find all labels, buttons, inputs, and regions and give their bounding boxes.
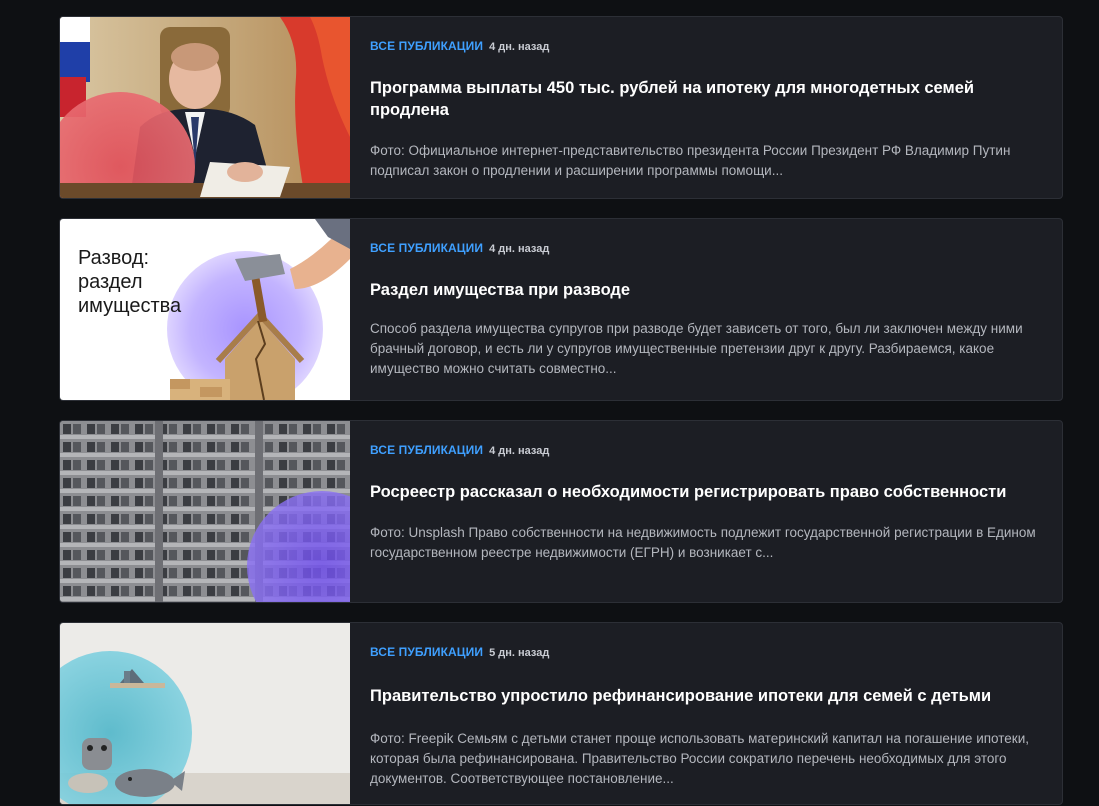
kids-room-photo — [60, 623, 350, 804]
article-image[interactable] — [60, 17, 350, 198]
article-excerpt: Фото: Официальное интернет-представитель… — [370, 143, 1011, 178]
article-meta: ВСЕ ПУБЛИКАЦИИ 4 дн. назад — [370, 443, 1042, 459]
article-image[interactable]: Развод: раздел имущества — [60, 219, 350, 400]
category-link[interactable]: ВСЕ ПУБЛИКАЦИИ — [370, 443, 483, 457]
article-title[interactable]: Программа выплаты 450 тыс. рублей на ипо… — [370, 77, 1042, 121]
article-excerpt: Фото: Unsplash Право собственности на не… — [370, 525, 1036, 560]
article-excerpt: Фото: Freepik Семьям с детьми станет про… — [370, 731, 1029, 786]
news-feed: ВСЕ ПУБЛИКАЦИИ 4 дн. назад Программа вып… — [59, 16, 1063, 805]
publish-time: 4 дн. назад — [489, 445, 550, 457]
article-card[interactable]: Развод: раздел имущества ВСЕ ПУБЛИКАЦИИ … — [59, 218, 1063, 401]
news-feed-page: ВСЕ ПУБЛИКАЦИИ 4 дн. назад Программа вып… — [0, 0, 1099, 806]
article-image[interactable] — [60, 623, 350, 804]
article-title[interactable]: Росреестр рассказал о необходимости реги… — [370, 481, 1042, 503]
category-link[interactable]: ВСЕ ПУБЛИКАЦИИ — [370, 645, 483, 659]
article-image[interactable] — [60, 421, 350, 602]
article-card[interactable]: ВСЕ ПУБЛИКАЦИИ 4 дн. назад Росреестр рас… — [59, 420, 1063, 603]
apartment-building-photo — [60, 421, 350, 602]
article-meta: ВСЕ ПУБЛИКАЦИИ 4 дн. назад — [370, 39, 1042, 55]
president-signing-photo — [60, 17, 350, 198]
category-link[interactable]: ВСЕ ПУБЛИКАЦИИ — [370, 241, 483, 255]
article-excerpt: Способ раздела имущества супругов при ра… — [370, 321, 1023, 376]
category-link[interactable]: ВСЕ ПУБЛИКАЦИИ — [370, 39, 483, 53]
divorce-property-illustration: Развод: раздел имущества — [60, 219, 350, 400]
publish-time: 4 дн. назад — [489, 243, 550, 255]
article-title[interactable]: Правительство упростило рефинансирование… — [370, 685, 1042, 707]
article-card[interactable]: ВСЕ ПУБЛИКАЦИИ 5 дн. назад Правительство… — [59, 622, 1063, 805]
article-card[interactable]: ВСЕ ПУБЛИКАЦИИ 4 дн. назад Программа вып… — [59, 16, 1063, 199]
publish-time: 4 дн. назад — [489, 41, 550, 53]
publish-time: 5 дн. назад — [489, 647, 550, 659]
article-title[interactable]: Раздел имущества при разводе — [370, 279, 1042, 301]
article-meta: ВСЕ ПУБЛИКАЦИИ 5 дн. назад — [370, 645, 1042, 661]
article-meta: ВСЕ ПУБЛИКАЦИИ 4 дн. назад — [370, 241, 1042, 257]
